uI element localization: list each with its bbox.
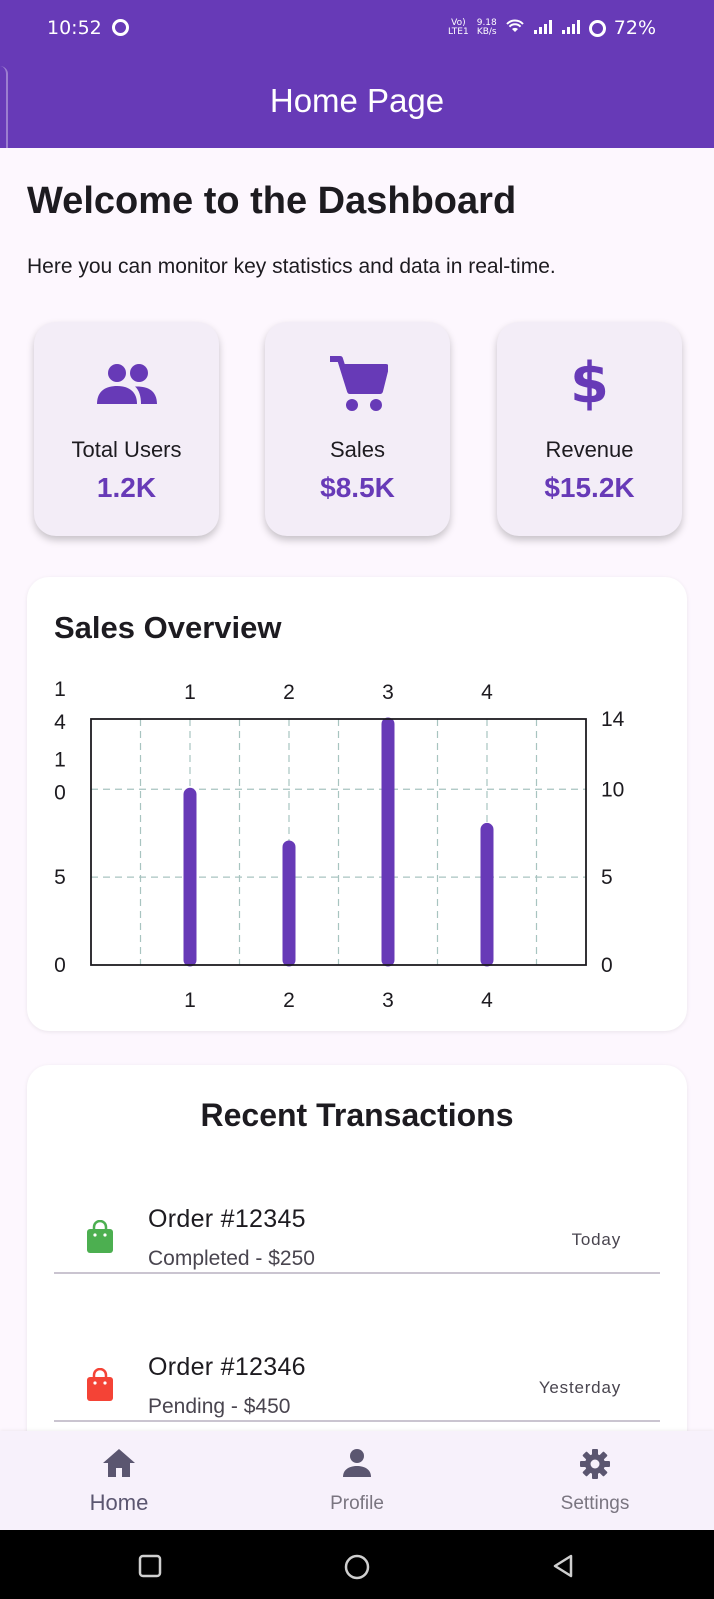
- nav-label: Home: [89, 1490, 149, 1515]
- nav-item-settings[interactable]: Settings: [476, 1431, 714, 1530]
- shopping-bag-icon: [85, 1219, 115, 1259]
- y-tick-label-left: 1: [54, 678, 66, 701]
- welcome-subtitle: Here you can monitor key statistics and …: [27, 255, 556, 278]
- nav-label: Settings: [560, 1493, 630, 1514]
- stat-label: Sales: [329, 437, 386, 462]
- y-tick-label-right: 10: [601, 778, 624, 801]
- notification-icon: [112, 19, 129, 36]
- stat-value: $8.5K: [320, 472, 395, 503]
- person-icon: [238, 1448, 476, 1478]
- gear-icon: [476, 1448, 714, 1480]
- divider: [54, 1420, 660, 1422]
- x-tick-label-bottom: 2: [283, 989, 295, 1012]
- signal-1-icon: [533, 19, 553, 38]
- stat-label: Total Users: [71, 437, 182, 462]
- stat-card-revenue[interactable]: $ Revenue $15.2K: [497, 322, 682, 536]
- status-icons: Vo) LTE1 9.18 KB/s 72%: [448, 17, 656, 39]
- stat-card-total-users[interactable]: Total Users 1.2K: [34, 322, 219, 536]
- sales-chart: 1 2 3 41 2 3 4141050141050: [54, 678, 625, 1012]
- status-bar: 10:52 Vo) LTE1 9.18 KB/s 72%: [0, 0, 714, 56]
- welcome-title: Welcome to the Dashboard: [27, 180, 517, 222]
- transactions-title: Recent Transactions: [200, 1097, 514, 1133]
- sales-overview-card: Sales Overview 1 2 3 4 1 2 3 4 1 4 1 0 5 0 14 10 5 0: [27, 577, 687, 1031]
- shopping-cart-icon: [265, 354, 450, 414]
- x-tick-label-bottom: 3: [382, 989, 394, 1012]
- x-tick-label-top: 4: [481, 681, 493, 704]
- transaction-status: Pending - $450: [148, 1395, 291, 1418]
- nav-item-profile[interactable]: Profile: [238, 1431, 476, 1530]
- stat-value: $15.2K: [544, 472, 635, 503]
- y-tick-label-left: 0: [54, 954, 66, 977]
- stat-card-sales[interactable]: Sales $8.5K: [265, 322, 450, 536]
- network-speed: 9.18 KB/s: [477, 19, 497, 37]
- transaction-item[interactable]: Order #12346 Pending - $450 Yesterday: [27, 1318, 687, 1448]
- shopping-bag-icon: [85, 1367, 115, 1407]
- transaction-date: Today: [571, 1230, 621, 1249]
- transaction-order: Order #12345: [148, 1205, 306, 1233]
- x-tick-label-bottom: 1: [184, 989, 196, 1012]
- system-navigation-bar: [0, 1530, 714, 1599]
- home-button[interactable]: [344, 1554, 370, 1585]
- transaction-order: Order #12346: [148, 1353, 306, 1381]
- stat-label: Revenue: [545, 437, 634, 462]
- network-type: Vo) LTE1: [448, 19, 469, 37]
- transaction-date: Yesterday: [538, 1378, 621, 1397]
- network-speed-unit: KB/s: [476, 27, 497, 37]
- y-tick-label-left: 5: [54, 866, 66, 889]
- x-tick-label-top: 3: [382, 681, 394, 704]
- battery-ring-icon: [588, 19, 606, 37]
- network-type-bottom: LTE1: [448, 27, 469, 37]
- y-tick-label-right: 14: [601, 708, 625, 731]
- recent-apps-button[interactable]: [138, 1554, 162, 1583]
- y-tick-label-left: 1: [54, 748, 66, 771]
- divider: [54, 1272, 660, 1274]
- back-button[interactable]: [551, 1554, 575, 1583]
- nav-item-home[interactable]: Home: [0, 1431, 238, 1530]
- nav-label: Profile: [330, 1493, 384, 1514]
- status-time: 10:52: [47, 17, 102, 39]
- battery-percent: 72%: [613, 17, 656, 39]
- transaction-item[interactable]: Order #12345 Completed - $250 Today: [27, 1170, 687, 1300]
- home-icon: [0, 1448, 238, 1478]
- stat-value: 1.2K: [96, 472, 157, 503]
- page-title: Home Page: [269, 82, 445, 119]
- x-tick-label-bottom: 4: [481, 989, 493, 1012]
- wifi-icon: [505, 18, 525, 38]
- x-tick-label-top: 1: [184, 681, 196, 704]
- group-icon: [34, 354, 219, 414]
- y-tick-label-left: 0: [54, 781, 66, 804]
- x-tick-label-top: 2: [283, 681, 295, 704]
- y-tick-label-right: 0: [601, 954, 613, 977]
- bottom-navigation: Home Profile Settings: [0, 1431, 714, 1530]
- y-tick-label-right: 5: [601, 866, 613, 889]
- y-tick-label-left: 4: [54, 711, 66, 734]
- app-bar: Home Page: [0, 56, 714, 148]
- dollar-icon: $: [570, 351, 609, 416]
- transaction-status: Completed - $250: [148, 1247, 315, 1270]
- signal-2-icon: [561, 19, 581, 38]
